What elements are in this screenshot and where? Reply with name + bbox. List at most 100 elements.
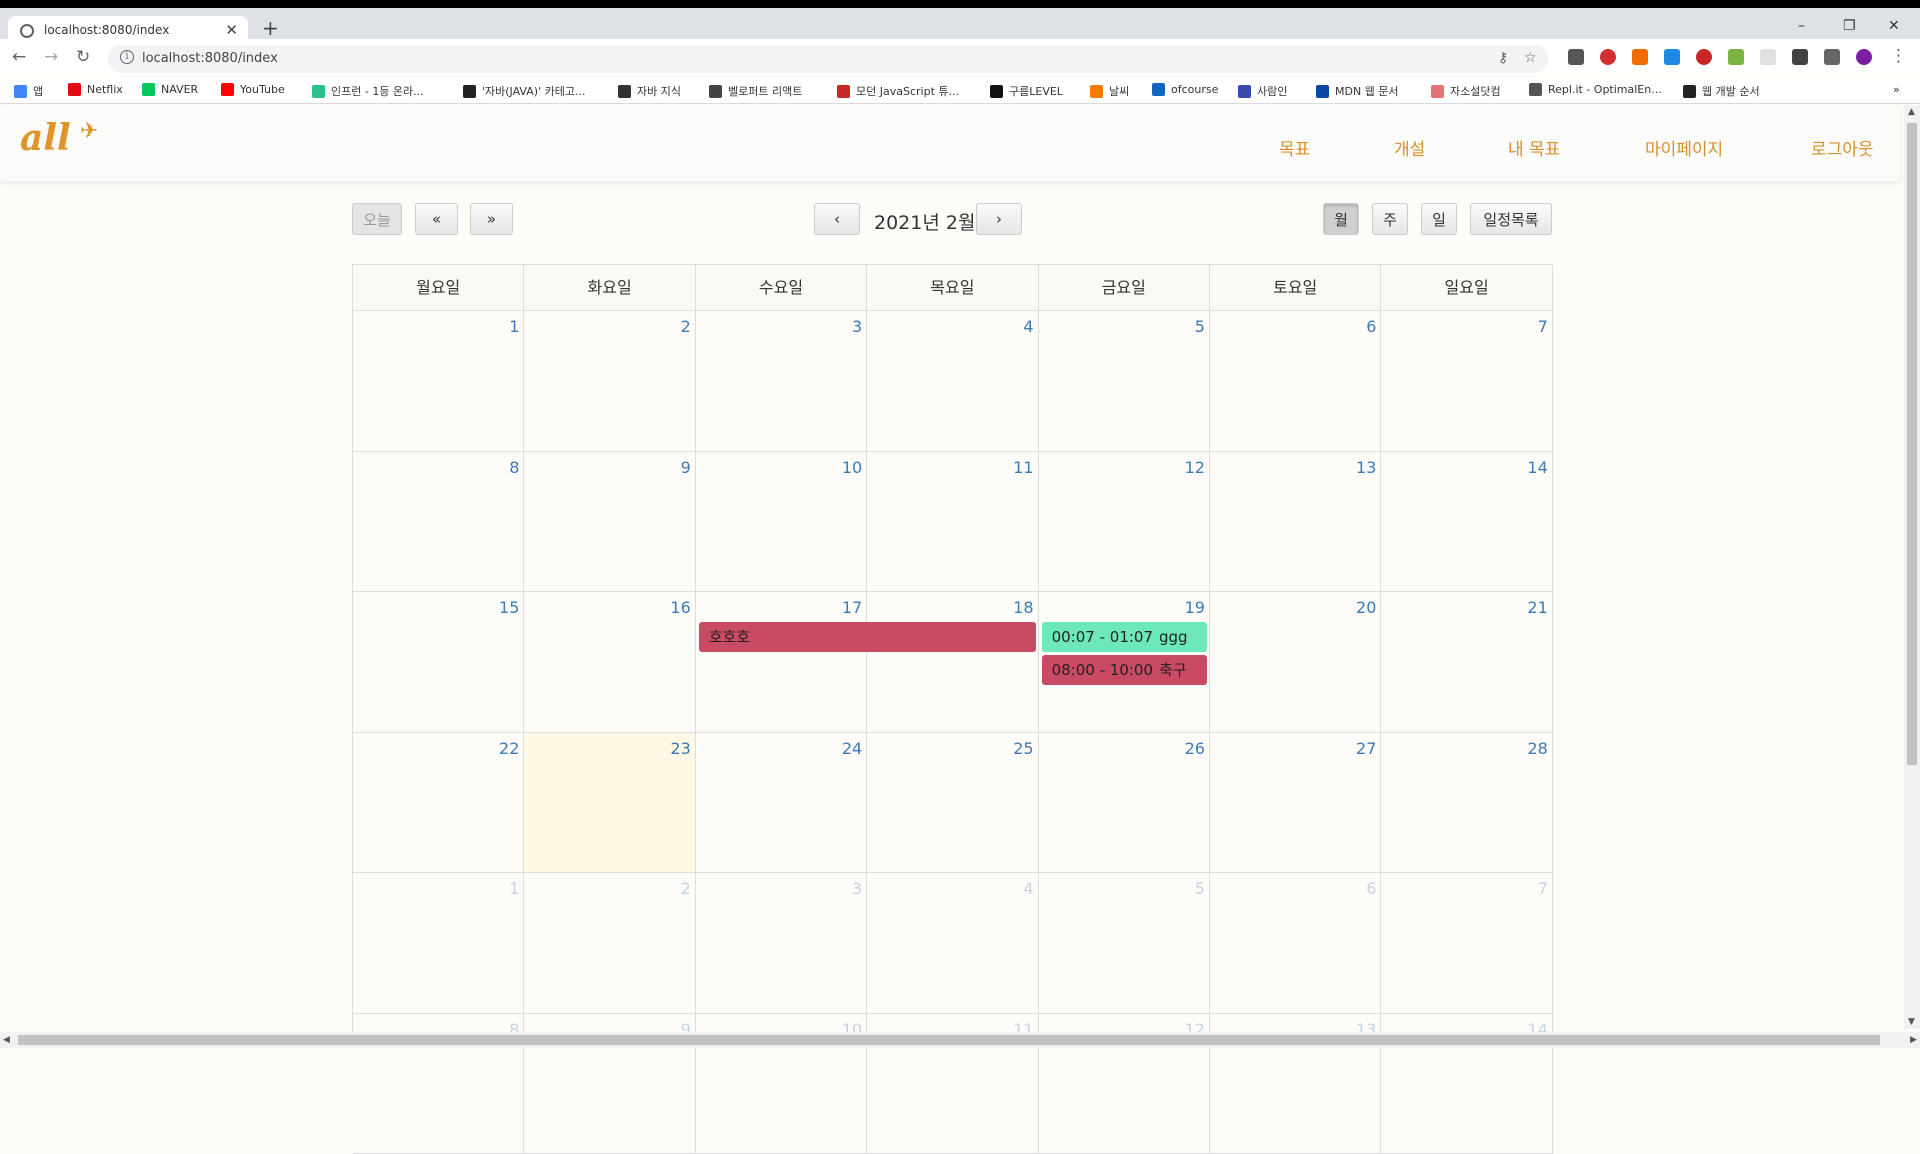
bookmark-item[interactable]: 날씨: [1090, 83, 1129, 99]
horizontal-scroll-thumb[interactable]: [18, 1035, 1880, 1045]
nav-create[interactable]: 개설: [1394, 135, 1425, 160]
day-cell[interactable]: 13: [1210, 452, 1381, 593]
extension-icon[interactable]: [1568, 49, 1584, 65]
day-cell[interactable]: 18: [867, 592, 1038, 733]
address-bar[interactable]: i localhost:8080/index ⚷ ☆: [108, 45, 1548, 73]
day-number[interactable]: 9: [681, 458, 691, 477]
next-year-button[interactable]: »: [470, 203, 513, 235]
day-number[interactable]: 5: [1195, 879, 1205, 898]
day-number[interactable]: 5: [1195, 317, 1205, 336]
bookmark-item[interactable]: 벨로퍼트 리액트: [709, 83, 802, 99]
day-number[interactable]: 27: [1356, 739, 1376, 758]
day-cell[interactable]: 6: [1210, 311, 1381, 452]
day-number[interactable]: 21: [1527, 598, 1547, 617]
nav-goals[interactable]: 목표: [1279, 135, 1310, 160]
next-month-button[interactable]: ›: [976, 203, 1022, 235]
day-number[interactable]: 2: [681, 879, 691, 898]
calendar-event[interactable]: 호호호: [699, 622, 1036, 652]
bookmark-item[interactable]: YouTube: [221, 83, 285, 96]
day-cell[interactable]: 25: [867, 733, 1038, 874]
day-number[interactable]: 3: [852, 317, 862, 336]
day-cell[interactable]: 5: [1039, 873, 1210, 1014]
day-number[interactable]: 4: [1023, 879, 1033, 898]
bookmark-item[interactable]: 사람인: [1238, 83, 1287, 99]
day-number[interactable]: 15: [499, 598, 519, 617]
bookmark-item[interactable]: 구름LEVEL: [990, 83, 1063, 99]
extension-icon[interactable]: [1632, 49, 1648, 65]
restore-button[interactable]: ❐: [1843, 18, 1856, 34]
day-number[interactable]: 20: [1356, 598, 1376, 617]
day-cell[interactable]: 11: [867, 452, 1038, 593]
day-cell[interactable]: 5: [1039, 311, 1210, 452]
day-cell[interactable]: 27: [1210, 733, 1381, 874]
bookmark-item[interactable]: 모던 JavaScript 튜...: [837, 83, 959, 99]
puzzle-icon[interactable]: [1792, 49, 1808, 65]
day-number[interactable]: 8: [509, 458, 519, 477]
day-cell[interactable]: 2: [524, 873, 695, 1014]
week-view-button[interactable]: 주: [1372, 203, 1408, 235]
day-number[interactable]: 7: [1538, 317, 1548, 336]
menu-icon[interactable]: ⋮: [1890, 46, 1907, 66]
avatar[interactable]: [1856, 49, 1872, 65]
day-cell[interactable]: 21: [1381, 592, 1552, 733]
close-tab-icon[interactable]: ✕: [225, 21, 238, 39]
day-cell[interactable]: 8: [353, 452, 524, 593]
nav-my-goals[interactable]: 내 목표: [1508, 135, 1560, 160]
day-cell[interactable]: 23: [524, 733, 695, 874]
nav-logout[interactable]: 로그아웃: [1811, 135, 1874, 160]
more-bookmarks-icon[interactable]: »: [1893, 83, 1900, 96]
month-view-button[interactable]: 월: [1323, 203, 1359, 235]
day-cell[interactable]: 1: [353, 873, 524, 1014]
day-view-button[interactable]: 일: [1421, 203, 1457, 235]
day-number[interactable]: 11: [1013, 458, 1033, 477]
day-number[interactable]: 14: [1527, 458, 1547, 477]
bookmark-item[interactable]: 자바 지식: [618, 83, 681, 99]
day-cell[interactable]: 16: [524, 592, 695, 733]
extension-icon[interactable]: [1760, 49, 1776, 65]
day-cell[interactable]: 7: [1381, 873, 1552, 1014]
list-view-button[interactable]: 일정목록: [1470, 203, 1552, 235]
bookmark-item[interactable]: 앱: [14, 83, 43, 99]
day-number[interactable]: 16: [670, 598, 690, 617]
extension-icon[interactable]: [1664, 49, 1680, 65]
day-cell[interactable]: 28: [1381, 733, 1552, 874]
key-icon[interactable]: ⚷: [1498, 50, 1508, 66]
bookmark-item[interactable]: Repl.it - OptimalEn...: [1529, 83, 1662, 96]
day-number[interactable]: 1: [509, 879, 519, 898]
day-number[interactable]: 12: [1185, 458, 1205, 477]
day-number[interactable]: 6: [1366, 879, 1376, 898]
forward-button[interactable]: →: [44, 47, 58, 67]
prev-year-button[interactable]: «: [415, 203, 458, 235]
reading-list-icon[interactable]: [1824, 49, 1840, 65]
day-cell[interactable]: 24: [696, 733, 867, 874]
day-cell[interactable]: 2: [524, 311, 695, 452]
day-number[interactable]: 1: [509, 317, 519, 336]
site-info-icon[interactable]: i: [120, 50, 134, 64]
day-cell[interactable]: 3: [696, 311, 867, 452]
day-cell[interactable]: 17: [696, 592, 867, 733]
minimize-button[interactable]: –: [1798, 18, 1805, 34]
bookmark-item[interactable]: NAVER: [142, 83, 198, 96]
day-cell[interactable]: 3: [696, 873, 867, 1014]
horizontal-scrollbar[interactable]: ◀ ▶: [0, 1032, 1920, 1048]
bookmark-item[interactable]: ofcourse: [1152, 83, 1218, 96]
day-number[interactable]: 6: [1366, 317, 1376, 336]
bookmark-item[interactable]: Netflix: [68, 83, 123, 96]
day-cell[interactable]: 14: [1381, 452, 1552, 593]
back-button[interactable]: ←: [12, 47, 26, 67]
day-cell[interactable]: 9: [524, 452, 695, 593]
day-cell[interactable]: 26: [1039, 733, 1210, 874]
day-number[interactable]: 4: [1023, 317, 1033, 336]
extension-icon[interactable]: [1600, 49, 1616, 65]
day-number[interactable]: 23: [670, 739, 690, 758]
day-cell[interactable]: 1: [353, 311, 524, 452]
day-cell[interactable]: 10: [696, 452, 867, 593]
day-cell[interactable]: 20: [1210, 592, 1381, 733]
close-window-button[interactable]: ✕: [1888, 18, 1900, 34]
day-cell[interactable]: 22: [353, 733, 524, 874]
day-number[interactable]: 2: [681, 317, 691, 336]
calendar-event[interactable]: 00:07 - 01:07ggg: [1042, 622, 1207, 652]
day-number[interactable]: 10: [842, 458, 862, 477]
day-number[interactable]: 19: [1185, 598, 1205, 617]
day-number[interactable]: 22: [499, 739, 519, 758]
